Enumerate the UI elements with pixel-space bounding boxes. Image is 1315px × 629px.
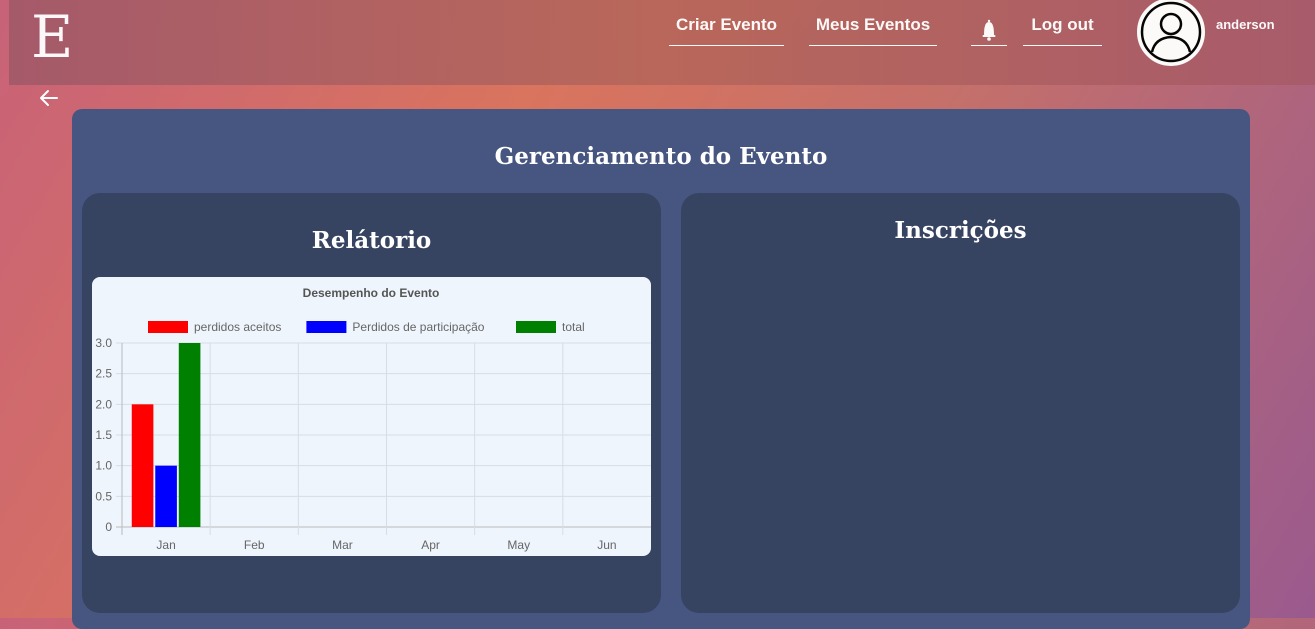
legend-label: Perdidos de participação: [352, 320, 484, 334]
x-tick-label: Mar: [332, 538, 353, 552]
x-tick-label: Apr: [421, 538, 440, 552]
report-title: Relátorio: [311, 227, 432, 254]
nav-log-out[interactable]: Log out: [1023, 14, 1102, 46]
back-arrow-icon[interactable]: [39, 89, 59, 107]
report-card: Relátorio Desempenho do Evento perdidos a…: [82, 193, 661, 613]
avatar[interactable]: [1137, 0, 1205, 66]
logo[interactable]: E: [31, 2, 73, 72]
x-tick-label: Feb: [244, 538, 265, 552]
username[interactable]: anderson: [1216, 17, 1275, 32]
event-management-panel: Gerenciamento do Evento Relátorio Desemp…: [72, 109, 1250, 629]
legend-swatch: [306, 321, 347, 333]
user-icon: [1140, 1, 1202, 63]
y-tick-label: 3.0: [95, 336, 112, 350]
chart-canvas: Desempenho do Evento perdidos aceitos Perd…: [95, 286, 651, 552]
bell-icon: [982, 19, 996, 41]
y-tick-label: 0: [105, 520, 112, 534]
y-tick-label: 0.5: [95, 489, 112, 503]
bar: [131, 404, 154, 527]
notifications-button[interactable]: [971, 14, 1007, 46]
y-tick-label: 2.0: [95, 397, 112, 411]
chart-title: Desempenho do Evento: [303, 286, 440, 300]
nav-criar-evento[interactable]: Criar Evento: [669, 14, 784, 46]
legend-swatch: [516, 321, 556, 333]
y-tick-label: 2.5: [95, 367, 112, 381]
subscriptions-title: Inscrições: [894, 217, 1027, 244]
navbar: E Criar Evento Meus Eventos Log out ande…: [9, 0, 1315, 85]
y-tick-label: 1.0: [95, 459, 112, 473]
bar: [178, 343, 201, 527]
nav-meus-eventos[interactable]: Meus Eventos: [809, 14, 937, 46]
subscriptions-card: Inscrições: [681, 193, 1240, 613]
legend-label: total: [562, 320, 585, 334]
event-performance-chart: Desempenho do Evento perdidos aceitos Perd…: [92, 277, 651, 556]
page-title: Gerenciamento do Evento: [494, 143, 828, 170]
bar: [155, 465, 177, 527]
x-tick-label: Jan: [156, 538, 175, 552]
legend-swatch: [148, 321, 188, 333]
legend-label: perdidos aceitos: [194, 320, 281, 334]
x-tick-label: Jun: [597, 538, 616, 552]
y-tick-label: 1.5: [95, 428, 112, 442]
x-tick-label: May: [507, 538, 530, 552]
